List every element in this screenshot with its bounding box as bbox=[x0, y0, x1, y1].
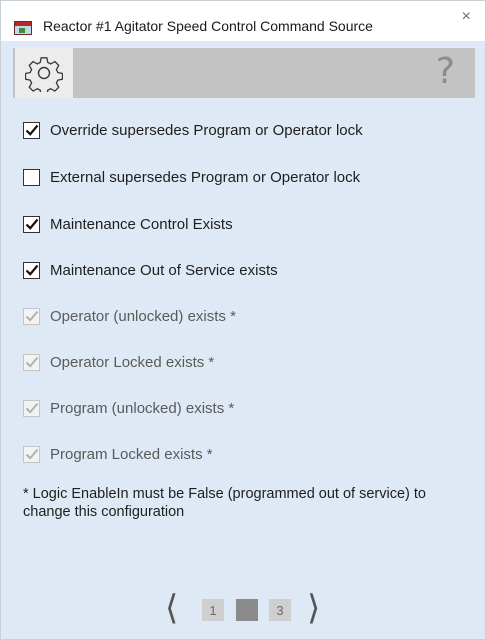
option-override-supersedes[interactable]: Override supersedes Program or Operator … bbox=[23, 117, 363, 143]
checkmark-icon bbox=[25, 218, 39, 230]
checkmark-icon bbox=[25, 124, 39, 136]
dialog-window: Reactor #1 Agitator Speed Control Comman… bbox=[0, 0, 486, 640]
option-maintenance-oos[interactable]: Maintenance Out of Service exists bbox=[23, 257, 278, 283]
page-3-button[interactable]: 3 bbox=[269, 599, 291, 621]
checkmark-icon bbox=[25, 356, 39, 368]
next-page-button[interactable]: ⟩ bbox=[307, 591, 320, 625]
gear-icon bbox=[25, 57, 63, 92]
checkbox-checked[interactable] bbox=[23, 121, 40, 139]
option-label: Program Locked exists * bbox=[50, 445, 213, 463]
option-external-supersedes[interactable]: External supersedes Program or Operator … bbox=[23, 164, 360, 190]
checkbox-disabled bbox=[23, 353, 40, 371]
checkbox-disabled bbox=[23, 307, 40, 325]
option-program-unlocked: Program (unlocked) exists * bbox=[23, 395, 234, 421]
prev-page-button[interactable]: ⟨ bbox=[165, 591, 178, 625]
checkbox-checked[interactable] bbox=[23, 261, 40, 279]
option-label: External supersedes Program or Operator … bbox=[50, 168, 361, 186]
option-label: Maintenance Control Exists bbox=[50, 215, 233, 233]
checkbox-unchecked[interactable] bbox=[23, 168, 40, 186]
option-label: Operator Locked exists * bbox=[50, 353, 215, 371]
checkbox-disabled bbox=[23, 445, 40, 463]
checkmark-icon bbox=[25, 264, 39, 276]
checkbox-disabled bbox=[23, 399, 40, 417]
page-2-button[interactable]: 2 bbox=[236, 599, 258, 621]
option-maintenance-control[interactable]: Maintenance Control Exists bbox=[23, 211, 233, 237]
option-operator-unlocked: Operator (unlocked) exists * bbox=[23, 303, 236, 329]
option-label: Operator (unlocked) exists * bbox=[50, 307, 236, 325]
checkmark-icon bbox=[25, 448, 39, 460]
checkmark-icon bbox=[25, 402, 39, 414]
option-operator-locked: Operator Locked exists * bbox=[23, 349, 214, 375]
page-1-button[interactable]: 1 bbox=[202, 599, 224, 621]
app-icon bbox=[14, 21, 32, 35]
toolbar: ? bbox=[13, 48, 475, 98]
configuration-tab[interactable] bbox=[15, 48, 73, 98]
option-label: Program (unlocked) exists * bbox=[50, 399, 235, 417]
option-program-locked: Program Locked exists * bbox=[23, 441, 213, 467]
option-label: Override supersedes Program or Operator … bbox=[50, 121, 363, 139]
close-button[interactable]: × bbox=[462, 9, 471, 25]
checkbox-checked[interactable] bbox=[23, 215, 40, 233]
checkmark-icon bbox=[25, 310, 39, 322]
window-title: Reactor #1 Agitator Speed Control Comman… bbox=[43, 18, 373, 34]
option-label: Maintenance Out of Service exists bbox=[50, 261, 278, 279]
configuration-note: * Logic EnableIn must be False (programm… bbox=[23, 486, 426, 520]
help-button[interactable]: ? bbox=[436, 54, 455, 90]
pager: ⟨ 1 2 3 ⟩ bbox=[1, 591, 485, 627]
title-bar: Reactor #1 Agitator Speed Control Comman… bbox=[1, 1, 485, 41]
